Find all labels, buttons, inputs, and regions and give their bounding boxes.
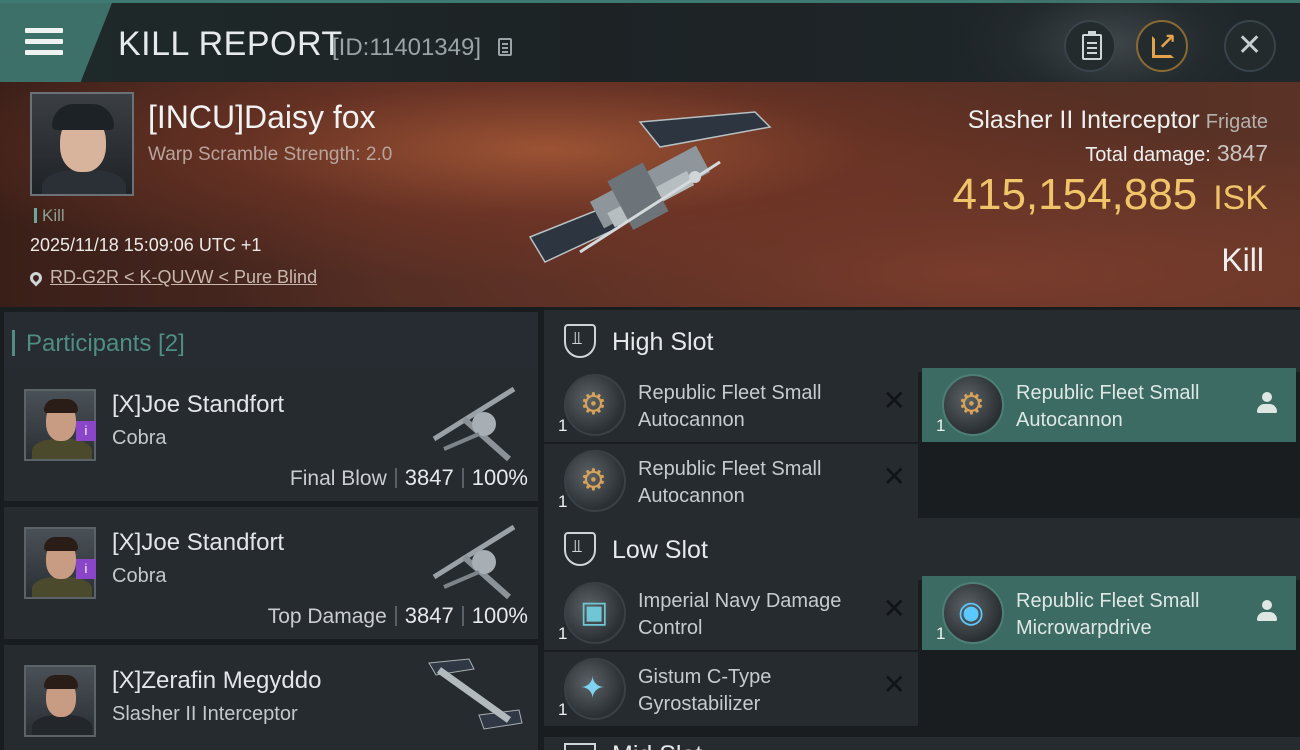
mid-slot-icon <box>564 743 596 750</box>
victim-name: [INCU]Daisy fox <box>148 99 376 135</box>
damage-control-icon: ▣ <box>564 582 626 644</box>
module-quantity: 1 <box>558 492 568 511</box>
result-label: Kill <box>1221 242 1264 278</box>
participant-card[interactable]: i [X]Joe Standfort Cobra Final Blow 3847 1… <box>4 369 538 503</box>
high-slot-header: High Slot <box>544 310 1300 372</box>
participant-percent: 100% <box>471 603 528 628</box>
mid-slot-header: Mid Slot <box>544 737 1300 750</box>
person-icon[interactable] <box>1256 392 1278 416</box>
location-pin-icon <box>27 269 45 287</box>
participant-stats: Top Damage 3847 100% <box>268 603 528 629</box>
destroyed-icon: ✕ <box>882 385 906 416</box>
autocannon-icon: ⚙ <box>942 374 1004 436</box>
participant-ship: Cobra <box>112 565 167 587</box>
total-damage-value: 3847 <box>1216 140 1268 166</box>
module-name: Republic Fleet Small Autocannon <box>638 382 822 431</box>
kill-tag: Kill <box>34 206 65 226</box>
module-name: Republic Fleet Small Microwarpdrive <box>1016 590 1200 639</box>
header-bar: KILL REPORT [ID:11401349] ✕ <box>0 0 1300 123</box>
module-quantity: 1 <box>936 416 946 435</box>
destroyed-icon: ✕ <box>882 461 906 492</box>
participant-percent: 100% <box>471 465 528 490</box>
menu-button[interactable] <box>0 3 112 82</box>
module-name: Imperial Navy Damage Control <box>638 590 842 639</box>
participant-name: [X]Zerafin Megyddo <box>112 667 322 694</box>
high-slot-label: High Slot <box>612 328 714 356</box>
avatar[interactable] <box>24 665 96 737</box>
participant-damage: 3847 <box>404 603 454 628</box>
destroyed-icon: ✕ <box>882 669 906 700</box>
victim-ship-name: Slasher II Interceptor <box>967 106 1200 134</box>
menu-icon <box>25 28 63 56</box>
module-quantity: 1 <box>558 624 568 643</box>
participants-title: Participants [2] <box>12 330 185 357</box>
corp-badge-icon: i <box>76 559 96 579</box>
total-damage: Total damage: 3847 <box>1085 140 1268 167</box>
close-icon: ✕ <box>1237 29 1263 62</box>
module-quantity: 1 <box>558 700 568 719</box>
clipboard-icon <box>1082 31 1102 60</box>
isk-unit: ISK <box>1213 179 1268 217</box>
module-item[interactable]: ⚙ 1 Republic Fleet Small Autocannon ✕ <box>544 444 918 518</box>
module-name: Gistum C-Type Gyrostabilizer <box>638 666 772 715</box>
high-slot-icon <box>564 324 596 358</box>
isk-value: 415,154,885 ISK <box>953 170 1269 220</box>
participants-panel: Participants [2] i [X]Joe Standfort Cobr… <box>0 307 540 750</box>
victim-ship-class: Frigate <box>1205 111 1268 133</box>
module-item[interactable]: ⚙ 1 Republic Fleet Small Autocannon <box>922 368 1296 442</box>
participants-header: Participants [2] <box>4 312 538 370</box>
participant-role: Top Damage <box>267 605 387 628</box>
module-quantity: 1 <box>936 624 946 643</box>
autocannon-icon: ⚙ <box>564 450 626 512</box>
gyrostabilizer-icon: ✦ <box>564 658 626 720</box>
isk-amount: 415,154,885 <box>952 170 1198 219</box>
warp-scramble-strength: Warp Scramble Strength: 2.0 <box>148 144 393 165</box>
kill-datetime: 2025/11/18 15:09:06 UTC +1 <box>30 235 262 255</box>
page-title: KILL REPORT <box>118 25 343 63</box>
module-item[interactable]: ◉ 1 Republic Fleet Small Microwarpdrive <box>922 576 1296 650</box>
participant-ship: Cobra <box>112 427 167 449</box>
mid-slot-label: Mid Slot <box>612 741 702 750</box>
module-quantity: 1 <box>558 416 568 435</box>
microwarpdrive-icon: ◉ <box>942 582 1004 644</box>
module-item[interactable]: ⚙ 1 Republic Fleet Small Autocannon ✕ <box>544 368 918 442</box>
copy-icon[interactable] <box>498 38 512 56</box>
victim-ship-type[interactable]: Slasher II Interceptor Frigate <box>968 106 1268 135</box>
low-slot-icon <box>564 532 596 566</box>
participant-ship: Slasher II Interceptor <box>112 703 298 725</box>
autocannon-icon: ⚙ <box>564 374 626 436</box>
kill-report-id: [ID:11401349] <box>332 34 482 61</box>
participant-damage: 3847 <box>404 465 454 490</box>
participant-ship-image <box>428 658 523 730</box>
share-button[interactable] <box>1136 20 1188 72</box>
participant-stats: Final Blow 3847 100% <box>290 465 528 491</box>
participant-role: Final Blow <box>289 467 387 490</box>
fitting-panel: High Slot ⚙ 1 Republic Fleet Small Autoc… <box>540 307 1300 750</box>
participant-name: [X]Joe Standfort <box>112 529 285 556</box>
low-slot-label: Low Slot <box>612 536 708 564</box>
clipboard-button[interactable] <box>1064 20 1116 72</box>
participant-ship-image <box>432 386 516 462</box>
victim-ship-image <box>528 111 772 263</box>
kill-location[interactable]: RD-G2R < K-QUVW < Pure Blind <box>27 267 317 288</box>
participant-card[interactable]: [X]Zerafin Megyddo Slasher II Intercepto… <box>4 645 538 750</box>
participant-name: [X]Joe Standfort <box>112 391 285 418</box>
person-icon[interactable] <box>1256 600 1278 624</box>
participant-card[interactable]: i [X]Joe Standfort Cobra Top Damage 3847 1… <box>4 507 538 641</box>
low-slot-header: Low Slot <box>544 518 1300 580</box>
location-link[interactable]: RD-G2R < K-QUVW < Pure Blind <box>50 267 317 287</box>
victim-portrait[interactable] <box>30 92 134 196</box>
victim-banner: [INCU]Daisy fox Warp Scramble Strength: … <box>0 82 1300 307</box>
close-button[interactable]: ✕ <box>1224 20 1276 72</box>
module-item[interactable]: ✦ 1 Gistum C-Type Gyrostabilizer ✕ <box>544 652 918 726</box>
total-damage-label: Total damage: <box>1085 144 1211 166</box>
share-icon <box>1152 29 1176 58</box>
module-name: Republic Fleet Small Autocannon <box>1016 382 1200 431</box>
destroyed-icon: ✕ <box>882 593 906 624</box>
module-item[interactable]: ▣ 1 Imperial Navy Damage Control ✕ <box>544 576 918 650</box>
module-name: Republic Fleet Small Autocannon <box>638 458 822 507</box>
corp-badge-icon: i <box>76 421 96 441</box>
participant-ship-image <box>432 524 516 600</box>
